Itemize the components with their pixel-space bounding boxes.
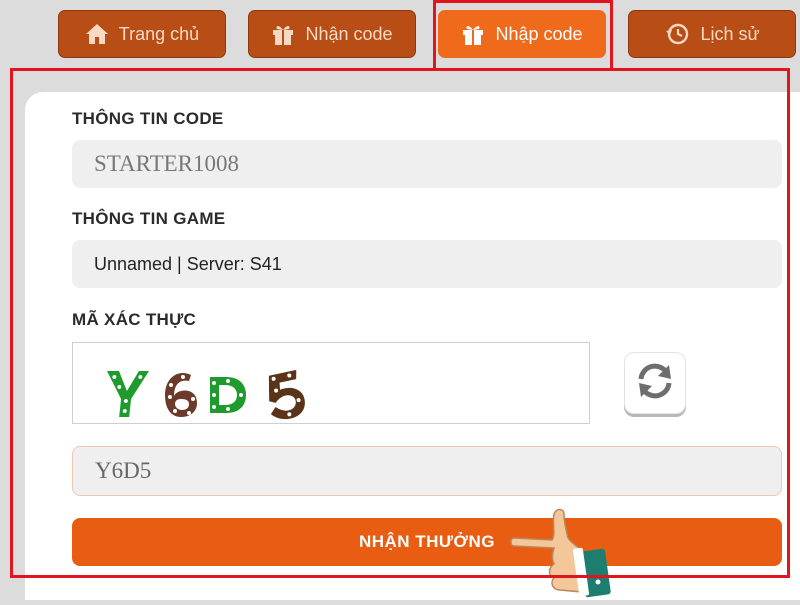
gift-icon xyxy=(271,22,295,46)
highlight-frame xyxy=(10,68,790,578)
tab-get-code[interactable]: Nhận code xyxy=(248,10,416,58)
tab-get-code-label: Nhận code xyxy=(305,23,393,44)
home-icon xyxy=(85,23,109,45)
tab-history[interactable]: Lịch sử xyxy=(628,10,796,58)
tab-home[interactable]: Trang chủ xyxy=(58,10,226,58)
active-tab-highlight xyxy=(433,0,613,70)
tab-home-label: Trang chủ xyxy=(118,23,200,44)
history-icon xyxy=(664,21,690,47)
tab-bar: Trang chủ Nhận code Nhập code Lịch sử xyxy=(0,0,800,70)
tab-history-label: Lịch sử xyxy=(700,23,760,44)
